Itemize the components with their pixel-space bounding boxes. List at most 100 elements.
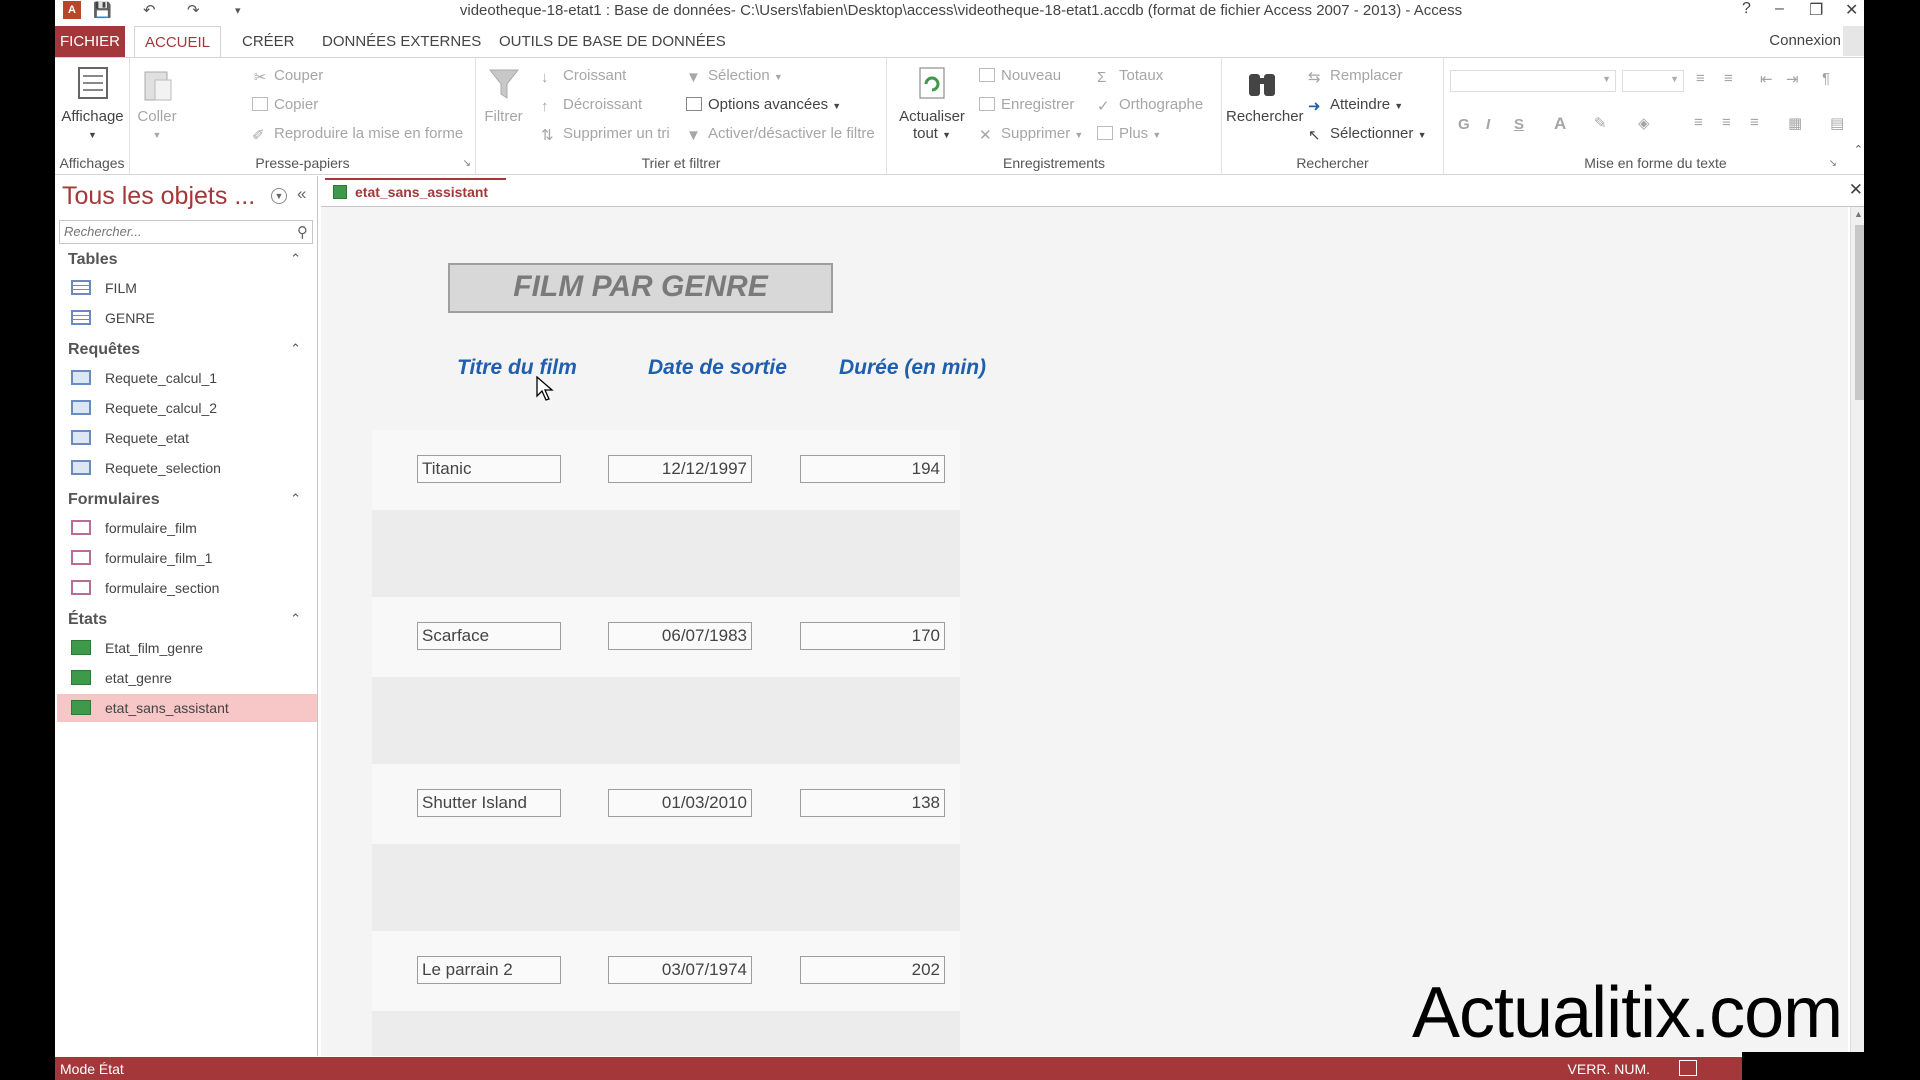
help-icon[interactable]: ? — [1742, 0, 1751, 18]
nav-item[interactable]: formulaire_film — [57, 514, 317, 542]
copy-button[interactable]: Copier — [252, 96, 318, 113]
indent-increase-icon[interactable]: ⇥ — [1786, 70, 1799, 88]
delete-record-button[interactable]: ✕ Supprimer ▼ — [979, 125, 1083, 144]
indent-decrease-icon[interactable]: ⇤ — [1760, 70, 1773, 88]
minimize-icon[interactable]: – — [1775, 0, 1784, 18]
field-release-date[interactable]: 12/12/1997 — [608, 455, 752, 483]
restore-icon[interactable]: ❐ — [1809, 0, 1823, 20]
gridlines-icon[interactable]: ▤ — [1830, 114, 1844, 132]
field-title[interactable]: Titanic — [417, 455, 561, 483]
field-duration[interactable]: 170 — [800, 622, 945, 650]
goto-button[interactable]: ➜ Atteindre ▼ — [1308, 96, 1403, 115]
close-window-icon[interactable]: ✕ — [1845, 0, 1858, 20]
nav-section-header[interactable]: États ⌃ — [55, 608, 317, 634]
tab-external-data[interactable]: DONNÉES EXTERNES — [312, 26, 491, 58]
nav-section-header[interactable]: Formulaires ⌃ — [55, 488, 317, 514]
collapse-section-icon[interactable]: ⌃ — [290, 491, 301, 507]
field-title[interactable]: Le parrain 2 — [417, 956, 561, 984]
more-button[interactable]: Plus ▼ — [1097, 125, 1161, 142]
field-release-date[interactable]: 03/07/1974 — [608, 956, 752, 984]
bullets-icon[interactable]: ≡ — [1696, 70, 1705, 87]
nav-item[interactable]: Etat_film_genre — [57, 634, 317, 662]
dialog-launcher-icon[interactable]: ↘ — [1829, 158, 1837, 169]
paste-button[interactable]: Coller ▼ — [132, 66, 182, 142]
sort-ascending-button[interactable]: ↓ Croissant — [541, 67, 626, 86]
scroll-thumb[interactable] — [1855, 225, 1864, 400]
save-record-button[interactable]: Enregistrer — [979, 96, 1074, 113]
tab-report-etat-sans-assistant[interactable]: etat_sans_assistant — [325, 178, 507, 206]
align-center-icon[interactable]: ≡ — [1722, 114, 1731, 131]
cut-button[interactable]: ✂ Couper — [252, 67, 324, 86]
view-button[interactable]: Affichage ▼ — [55, 66, 130, 142]
field-duration[interactable]: 194 — [800, 455, 945, 483]
nav-section-header[interactable]: Tables ⌃ — [55, 248, 317, 274]
selection-button[interactable]: ▼ Sélection ▼ — [686, 67, 783, 86]
nav-search-input[interactable] — [60, 221, 280, 241]
advanced-options-button[interactable]: Options avancées ▼ — [686, 96, 841, 113]
totals-button[interactable]: Σ Totaux — [1097, 67, 1163, 86]
scroll-up-icon[interactable]: ▲ — [1854, 209, 1863, 219]
close-document-icon[interactable]: ✕ — [1849, 180, 1863, 200]
numbering-icon[interactable]: ≡ — [1724, 70, 1733, 87]
search-icon[interactable]: ⚲ — [297, 223, 308, 241]
collapse-section-icon[interactable]: ⌃ — [290, 251, 301, 267]
sort-descending-button[interactable]: ↑ Décroissant — [541, 96, 642, 115]
tab-home[interactable]: ACCUEIL — [134, 26, 222, 58]
spelling-button[interactable]: ✓ Orthographe — [1097, 96, 1203, 115]
font-name-combo[interactable]: ▼ — [1450, 70, 1616, 92]
sign-in-link[interactable]: Connexion — [1769, 32, 1841, 49]
nav-section-header[interactable]: Requêtes ⌃ — [55, 338, 317, 364]
bold-button[interactable]: G — [1458, 116, 1470, 133]
italic-button[interactable]: I — [1486, 116, 1490, 133]
nav-menu-chevron-icon[interactable]: ▼ — [271, 188, 287, 204]
remove-sort-button[interactable]: ⇅ Supprimer un tri — [541, 125, 670, 144]
paragraph-direction-icon[interactable]: ¶ — [1822, 70, 1830, 87]
highlight-icon[interactable]: ✎ — [1594, 114, 1607, 132]
field-release-date[interactable]: 06/07/1983 — [608, 622, 752, 650]
field-duration[interactable]: 202 — [800, 956, 945, 984]
tab-database-tools[interactable]: OUTILS DE BASE DE DONNÉES — [489, 26, 736, 58]
report-row: Le parrain 2 03/07/1974 202 — [372, 931, 960, 1056]
tab-file[interactable]: FICHIER — [55, 26, 125, 58]
nav-item[interactable]: GENRE — [57, 304, 317, 332]
collapse-ribbon-icon[interactable]: ⌃ — [1854, 143, 1863, 156]
font-color-button[interactable]: A — [1554, 114, 1566, 134]
dialog-launcher-icon[interactable]: ↘ — [463, 158, 471, 169]
nav-item[interactable]: Requete_calcul_2 — [57, 394, 317, 422]
nav-item[interactable]: etat_sans_assistant — [57, 694, 317, 722]
collapse-section-icon[interactable]: ⌃ — [290, 341, 301, 357]
nav-item[interactable]: Requete_selection — [57, 454, 317, 482]
collapse-pane-icon[interactable]: « — [297, 184, 306, 204]
find-button[interactable]: Rechercher — [1226, 66, 1304, 125]
report-view-icon[interactable] — [1679, 1060, 1697, 1076]
nav-item[interactable]: formulaire_film_1 — [57, 544, 317, 572]
format-painter-button[interactable]: ✐ Reproduire la mise en forme — [252, 125, 463, 144]
replace-button[interactable]: ⇆ Remplacer — [1308, 67, 1403, 86]
field-duration[interactable]: 138 — [800, 789, 945, 817]
field-release-date[interactable]: 01/03/2010 — [608, 789, 752, 817]
align-right-icon[interactable]: ≡ — [1750, 114, 1759, 131]
underline-button[interactable]: S — [1514, 116, 1524, 133]
arrow-right-icon: ➜ — [1308, 98, 1321, 115]
nav-item[interactable]: etat_genre — [57, 664, 317, 692]
nav-pane-title[interactable]: Tous les objets ... — [62, 182, 255, 211]
conditional-format-icon[interactable]: ▦ — [1788, 114, 1802, 132]
nav-item[interactable]: FILM — [57, 274, 317, 302]
query-icon — [71, 430, 91, 445]
filter-button[interactable]: Filtrer — [481, 66, 526, 125]
nav-item[interactable]: Requete_etat — [57, 424, 317, 452]
toggle-filter-button[interactable]: ▼ Activer/désactiver le filtre — [686, 125, 875, 144]
fill-color-icon[interactable]: ◈ — [1638, 114, 1650, 132]
nav-item[interactable]: formulaire_section — [57, 574, 317, 602]
font-size-combo[interactable]: ▼ — [1622, 70, 1684, 92]
field-title[interactable]: Shutter Island — [417, 789, 561, 817]
nav-item[interactable]: Requete_calcul_1 — [57, 364, 317, 392]
select-button[interactable]: ↖ Sélectionner ▼ — [1308, 125, 1426, 144]
avatar[interactable] — [1843, 26, 1865, 56]
field-title[interactable]: Scarface — [417, 622, 561, 650]
align-left-icon[interactable]: ≡ — [1694, 114, 1703, 131]
tab-create[interactable]: CRÉER — [232, 26, 305, 58]
collapse-section-icon[interactable]: ⌃ — [290, 611, 301, 627]
refresh-all-button[interactable]: Actualiser tout ▼ — [897, 66, 967, 142]
new-record-button[interactable]: Nouveau — [979, 67, 1061, 84]
